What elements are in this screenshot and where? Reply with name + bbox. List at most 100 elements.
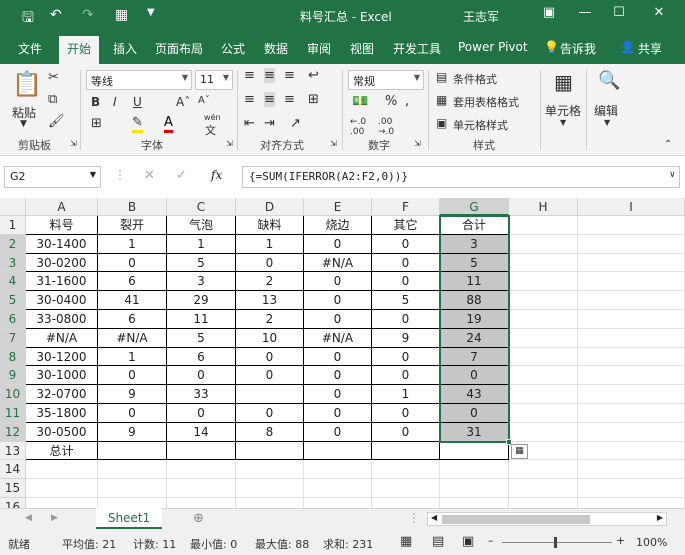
cell-d2[interactable]: 1 (236, 234, 304, 254)
cell-c6[interactable]: 11 (167, 310, 236, 329)
row-header-1[interactable]: 1 (0, 216, 26, 235)
number-format-select[interactable]: 常规 ▼ (348, 70, 424, 90)
cell-c7[interactable]: 5 (167, 328, 236, 348)
cell-c13[interactable] (167, 441, 236, 461)
cell-i6[interactable] (578, 310, 685, 329)
cell-d13[interactable] (236, 441, 304, 461)
cell-d11[interactable]: 0 (236, 404, 304, 423)
cell-h12[interactable] (509, 422, 578, 442)
tab-data[interactable]: 数据 (264, 40, 288, 57)
minimize-button[interactable]: — (574, 5, 596, 25)
cell-e10[interactable]: 0 (304, 385, 372, 404)
cell-f6[interactable]: 0 (372, 310, 440, 329)
cell-a1[interactable]: 料号 (26, 216, 98, 235)
cell-g15[interactable] (440, 479, 509, 498)
column-header-f[interactable]: F (372, 198, 440, 216)
cell-b6[interactable]: 6 (98, 310, 167, 329)
cell-e4[interactable]: 0 (304, 272, 372, 292)
alignment-launcher-icon[interactable]: ⇲ (330, 139, 337, 148)
tab-formulas[interactable]: 公式 (221, 40, 245, 57)
normal-view-icon[interactable]: ▦ (400, 534, 412, 549)
cell-i7[interactable] (578, 328, 685, 348)
cell-a11[interactable]: 35-1800 (26, 404, 98, 423)
align-left-icon[interactable]: ≡ (244, 92, 255, 107)
formula-input[interactable]: {=SUM(IFERROR(A2:F2,0))} ∨ (242, 166, 680, 188)
cell-g2[interactable]: 3 (440, 234, 509, 254)
cell-b13[interactable] (98, 441, 167, 461)
search-icon[interactable]: 🔍 (598, 70, 620, 91)
cell-a4[interactable]: 31-1600 (26, 272, 98, 292)
cell-b5[interactable]: 41 (98, 291, 167, 310)
cell-e13[interactable] (304, 441, 372, 461)
tab-view[interactable]: 视图 (350, 40, 374, 57)
align-bottom-icon[interactable]: ≡ (284, 68, 295, 83)
cell-f11[interactable]: 0 (372, 404, 440, 423)
cell-b7[interactable]: #N/A (98, 328, 167, 348)
cell-b11[interactable]: 0 (98, 404, 167, 423)
tab-developer[interactable]: 开发工具 (393, 40, 441, 57)
cell-i3[interactable] (578, 253, 685, 273)
cell-d1[interactable]: 缺料 (236, 216, 304, 235)
bold-icon[interactable]: B (91, 95, 100, 109)
cell-d4[interactable]: 2 (236, 272, 304, 292)
cell-a7[interactable]: #N/A (26, 328, 98, 348)
zoom-out-icon[interactable]: – (488, 534, 494, 547)
cell-a9[interactable]: 30-1000 (26, 366, 98, 386)
column-header-h[interactable]: H (509, 198, 578, 216)
cell-f4[interactable]: 0 (372, 272, 440, 292)
cell-e1[interactable]: 烧边 (304, 216, 372, 235)
table-format-icon[interactable]: ▦ (436, 93, 447, 107)
cell-a10[interactable]: 32-0700 (26, 385, 98, 404)
cell-g8[interactable]: 7 (440, 347, 509, 367)
cell-b1[interactable]: 裂开 (98, 216, 167, 235)
align-right-icon[interactable]: ≡ (284, 92, 295, 107)
cell-a8[interactable]: 30-1200 (26, 347, 98, 367)
scrollbar-thumb[interactable] (442, 515, 590, 524)
cell-c10[interactable]: 33 (167, 385, 236, 404)
cell-a5[interactable]: 30-0400 (26, 291, 98, 310)
cell-f3[interactable]: 0 (372, 253, 440, 273)
cell-e5[interactable]: 0 (304, 291, 372, 310)
insert-function-icon[interactable]: fx (211, 168, 222, 182)
orientation-icon[interactable]: ↗ (290, 116, 301, 131)
conditional-format-button[interactable]: 条件格式 (453, 71, 497, 87)
cell-g11[interactable]: 0 (440, 404, 509, 423)
cell-g12[interactable]: 31 (440, 422, 509, 442)
cell-f8[interactable]: 0 (372, 347, 440, 367)
row-header-14[interactable]: 14 (0, 460, 26, 480)
page-break-view-icon[interactable]: ▣ (462, 534, 474, 549)
cell-f9[interactable]: 0 (372, 366, 440, 386)
cell-b8[interactable]: 1 (98, 347, 167, 367)
cell-g3[interactable]: 5 (440, 253, 509, 273)
zoom-slider-thumb[interactable] (554, 537, 557, 548)
cell-b10[interactable]: 9 (98, 385, 167, 404)
font-size-select[interactable]: 11 ▼ (195, 70, 233, 90)
cell-e6[interactable]: 0 (304, 310, 372, 329)
cell-e7[interactable]: #N/A (304, 328, 372, 348)
cell-h6[interactable] (509, 310, 578, 329)
zoom-slider[interactable] (502, 542, 612, 543)
wrap-text-icon[interactable]: ↩ (308, 68, 319, 83)
tab-file[interactable]: 文件 (18, 40, 42, 57)
cell-c4[interactable]: 3 (167, 272, 236, 292)
row-header-8[interactable]: 8 (0, 347, 26, 367)
save-icon[interactable]: 🖫 (22, 7, 34, 31)
font-launcher-icon[interactable]: ⇲ (226, 139, 233, 148)
cell-h11[interactable] (509, 404, 578, 423)
cell-d9[interactable]: 0 (236, 366, 304, 386)
increase-font-icon[interactable]: Aˆ (176, 95, 190, 109)
tab-tell-me[interactable]: 告诉我 (560, 40, 596, 57)
cell-d5[interactable]: 13 (236, 291, 304, 310)
cell-f15[interactable] (372, 479, 440, 498)
cell-d12[interactable]: 8 (236, 422, 304, 442)
font-color-icon[interactable]: A (164, 115, 173, 133)
increase-decimal-icon[interactable]: ←.0.00 (350, 117, 366, 137)
cell-a6[interactable]: 33-0800 (26, 310, 98, 329)
page-layout-view-icon[interactable]: ▤ (432, 534, 444, 549)
cell-i12[interactable] (578, 422, 685, 442)
format-as-table-button[interactable]: 套用表格格式 (453, 94, 519, 110)
cell-i4[interactable] (578, 272, 685, 292)
cell-d7[interactable]: 10 (236, 328, 304, 348)
tab-insert[interactable]: 插入 (113, 40, 137, 57)
undo-icon[interactable]: ↶ (50, 7, 62, 23)
